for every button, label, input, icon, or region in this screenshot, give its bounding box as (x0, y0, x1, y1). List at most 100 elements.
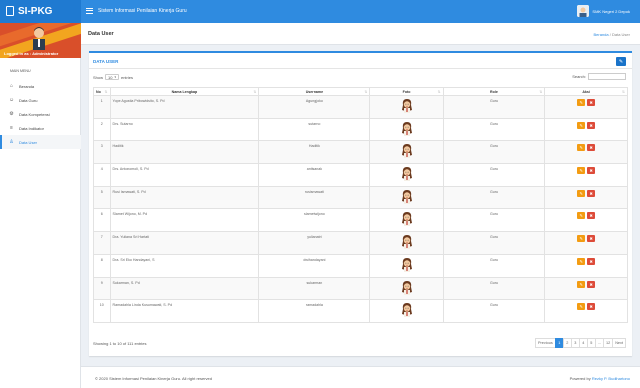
cell-aksi: ✎ ✖ (544, 208, 628, 233)
table-row: 5 Rusi Ismawati, S. Pd rusismawati Guru ✎ ✖ (93, 185, 628, 210)
sidebar-item-data-kompetensi[interactable]: ⚙ Data Kompetensi (0, 107, 81, 121)
sidebar-item-data-indikator[interactable]: ≡ Data Indikator (0, 121, 81, 135)
cell-no: 4 (93, 163, 111, 187)
trash-icon: ✖ (589, 258, 593, 264)
delete-button[interactable]: ✖ (587, 189, 596, 197)
delete-button[interactable]: ✖ (587, 303, 596, 311)
user-photo (370, 98, 442, 113)
pencil-icon: ✎ (618, 58, 624, 65)
column-header-username[interactable]: Username ⇅ (258, 87, 371, 96)
user-menu[interactable]: SMK Negeri 2 Depok (577, 5, 630, 17)
trash-icon: ✖ (589, 122, 593, 128)
menu-toggle-icon[interactable] (86, 8, 93, 14)
cell-role: Guru (442, 95, 546, 119)
sidebar-item-data-user[interactable]: ♙ Data User (0, 135, 81, 149)
delete-button[interactable]: ✖ (587, 212, 596, 220)
content-header: Data User Beranda / Data User (81, 23, 640, 45)
pagination-next[interactable]: Next (612, 338, 626, 348)
search-label: Search: (572, 74, 586, 79)
copyright-text: © 2020 Sistem Informasi Penilaian Kinerj… (95, 376, 213, 381)
entries-select[interactable]: 10 ▾ (105, 74, 119, 80)
column-header-role[interactable]: Role ⇅ (442, 87, 546, 96)
cell-nama: Ramadahla Linda Kusumawati, S. Pd (109, 299, 260, 323)
column-header-no[interactable]: No ⇅ (93, 87, 111, 96)
breadcrumb-home-link[interactable]: Beranda (594, 32, 609, 37)
delete-button[interactable]: ✖ (587, 167, 596, 175)
delete-button[interactable]: ✖ (587, 144, 596, 152)
column-label: Foto (402, 89, 411, 94)
column-label: Nama Lengkap (171, 89, 198, 94)
app-title: Sistem Informasi Penilaian Kinerja Guru (98, 8, 187, 14)
search-input[interactable] (588, 73, 626, 80)
column-header-nama[interactable]: Nama Lengkap ⇅ (109, 87, 260, 96)
sidebar: Logged in as : Administrator MAIN MENU ⌂… (0, 23, 81, 388)
app-logo-text: SI-PKG (18, 6, 53, 17)
user-photo (370, 302, 442, 318)
delete-button[interactable]: ✖ (587, 257, 596, 265)
edit-button[interactable]: ✎ (577, 280, 586, 288)
edit-button[interactable]: ✎ (577, 167, 586, 175)
edit-button[interactable]: ✎ (577, 189, 586, 197)
edit-icon: ✎ (579, 213, 583, 219)
edit-button[interactable]: ✎ (577, 212, 586, 220)
delete-button[interactable]: ✖ (587, 280, 596, 288)
cell-foto (369, 253, 444, 278)
cell-username: yulianatri (258, 231, 371, 255)
edit-icon: ✎ (579, 304, 583, 310)
sidebar-item-label: Data User (19, 139, 38, 145)
powered-by: Powered by Rezky P. Budihartono (570, 376, 630, 381)
edit-button[interactable]: ✎ (577, 99, 586, 106)
sidebar-item-data-guru[interactable]: ☺ Data Guru (0, 93, 81, 107)
trash-icon: ✖ (589, 281, 593, 287)
trash-icon: ✖ (589, 145, 593, 151)
trash-icon: ✖ (589, 190, 593, 196)
add-user-button[interactable]: ✎ (616, 57, 626, 66)
cell-nama: Haditik (109, 140, 260, 165)
cell-no: 7 (93, 231, 111, 255)
author-link[interactable]: Rezky P. Budihartono (592, 376, 630, 381)
edit-icon: ✎ (579, 122, 583, 128)
edit-button[interactable]: ✎ (577, 121, 586, 129)
sidebar-item-beranda[interactable]: ⌂ Beranda (0, 79, 81, 93)
trash-icon: ✖ (589, 236, 593, 242)
column-label: No (96, 89, 101, 94)
avatar (577, 5, 590, 17)
table-info: Showing 1 to 10 of 111 entries (93, 341, 147, 346)
delete-button[interactable]: ✖ (587, 99, 596, 106)
table-row: 1 Yope Agustia Pribowidsito, S. Pd Agungjo… (93, 95, 628, 119)
edit-button[interactable]: ✎ (577, 303, 586, 311)
app-logo[interactable]: SI-PKG (0, 0, 81, 23)
pagination: Previous 1 2 3 4 5... 12 Next (535, 338, 626, 348)
trash-icon: ✖ (589, 100, 593, 105)
column-header-foto[interactable]: Foto ⇅ (369, 87, 444, 96)
table-row: 7 Dra. Yuliana Sri Hartati yulianatri Guru ✎… (93, 231, 628, 255)
delete-button[interactable]: ✖ (587, 235, 596, 243)
cell-foto (369, 231, 444, 255)
edit-button[interactable]: ✎ (577, 144, 586, 152)
cell-aksi: ✎ ✖ (544, 185, 628, 210)
edit-button[interactable]: ✎ (577, 235, 586, 243)
cell-nama: Drs. Antonomoli, S. Pd (109, 163, 260, 187)
cell-role: Guru (442, 163, 546, 187)
user-photo (370, 211, 442, 227)
pagination-previous[interactable]: Previous (535, 338, 556, 348)
cell-foto (369, 140, 444, 165)
user-name: SMK Negeri 2 Depok (592, 8, 630, 14)
delete-button[interactable]: ✖ (587, 121, 596, 129)
breadcrumb: Beranda / Data User (594, 32, 631, 37)
table-row: 2 Drs. Sutarno sutarno Guru ✎ ✖ (93, 117, 628, 142)
trash-icon: ✖ (589, 304, 593, 310)
cell-aksi: ✎ ✖ (544, 117, 628, 142)
edit-button[interactable]: ✎ (577, 257, 586, 265)
column-header-aksi[interactable]: Aksi ⇅ (544, 87, 628, 96)
profile-avatar (33, 27, 45, 50)
user-panel: Logged in as : Administrator (0, 23, 81, 58)
user-table: No ⇅ Nama Lengkap ⇅ Username ⇅ Foto ⇅ Role ⇅ … (93, 87, 628, 323)
cell-role: Guru (442, 231, 546, 255)
search-control: Search: (572, 73, 626, 80)
cell-username: rusismawati (258, 185, 371, 210)
cell-aksi: ✎ ✖ (544, 253, 628, 278)
cell-foto (369, 95, 444, 119)
edit-icon: ✎ (579, 236, 583, 242)
breadcrumb-current: Data User (611, 32, 630, 37)
